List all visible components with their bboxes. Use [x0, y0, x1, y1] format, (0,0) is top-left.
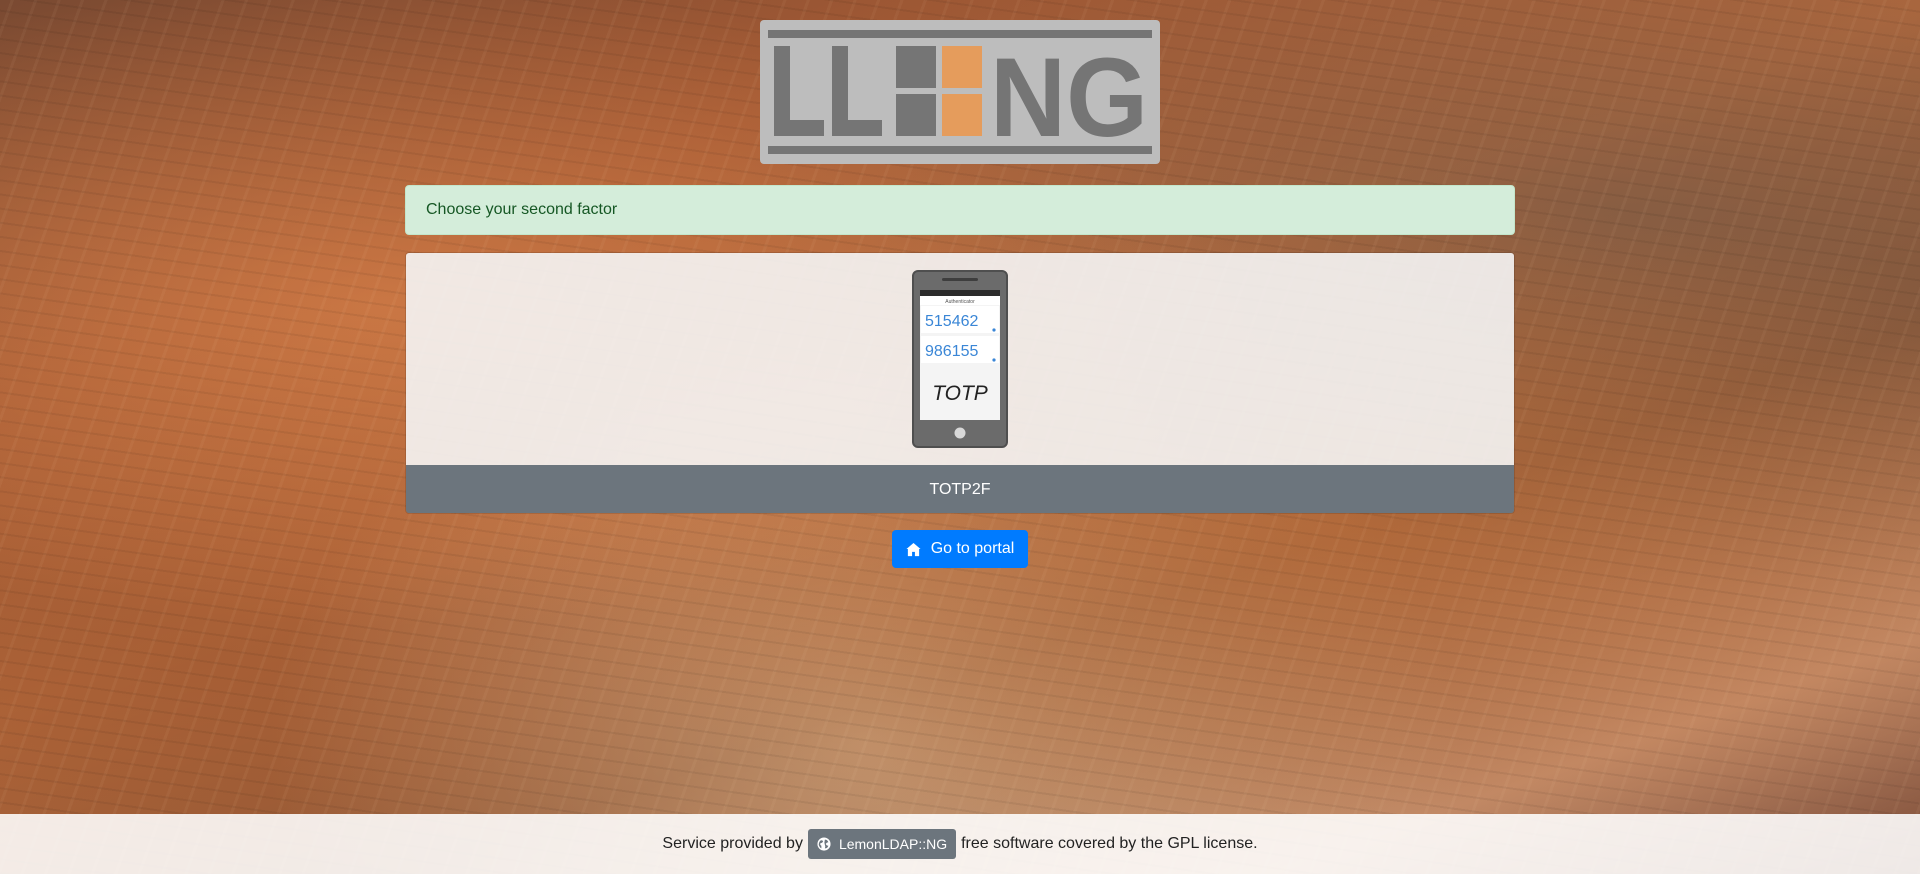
totp-choice-card[interactable]: Authenticator 515462 986155 TOTP TOTP2F [405, 252, 1515, 514]
globe-icon [817, 837, 831, 851]
info-alert: Choose your second factor [405, 185, 1515, 235]
site-logo: NG [760, 20, 1160, 164]
totp-code-2: 986155 [925, 343, 978, 360]
page-footer: Service provided by LemonLDAP::NG free s… [0, 814, 1920, 874]
home-icon [906, 542, 921, 557]
lemonldap-link[interactable]: LemonLDAP::NG [807, 829, 957, 859]
totp-image-area[interactable]: Authenticator 515462 986155 TOTP [406, 253, 1514, 465]
footer-prefix: Service provided by [662, 835, 803, 852]
totp-code-1: 515462 [925, 313, 978, 330]
go-to-portal-label: Go to portal [930, 540, 1015, 557]
alert-message: Choose your second factor [426, 201, 618, 218]
totp-caption: TOTP [932, 382, 988, 405]
totp-choice-label[interactable]: TOTP2F [406, 465, 1514, 513]
logo-text-ng: NG [990, 35, 1148, 156]
lemonldap-link-label: LemonLDAP::NG [838, 836, 948, 852]
totp-phone-image[interactable]: Authenticator 515462 986155 TOTP [912, 270, 1008, 448]
footer-suffix: free software covered by the GPL license… [961, 835, 1258, 852]
phone-app-title: Authenticator [945, 299, 975, 305]
go-to-portal-button[interactable]: Go to portal [892, 530, 1028, 568]
